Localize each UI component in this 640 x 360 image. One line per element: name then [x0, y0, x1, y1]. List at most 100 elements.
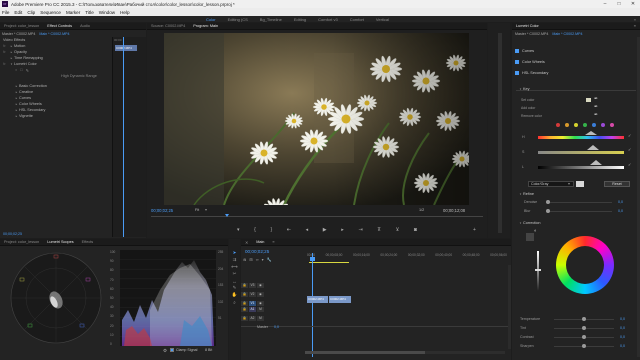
mark-in-icon[interactable]: { — [254, 227, 256, 233]
resolution-dropdown[interactable]: 1/2 — [419, 208, 424, 212]
step-back-icon[interactable]: ◂ — [306, 227, 309, 233]
ec-mini-timeline[interactable]: 00:00 C0002.MP4 — [112, 37, 146, 237]
menu-window[interactable]: Window — [99, 10, 115, 15]
preset-magenta-dot[interactable] — [610, 123, 614, 127]
hue-check-icon[interactable]: ✓ — [628, 133, 631, 138]
track-label[interactable]: V3 — [249, 282, 256, 288]
extract-icon[interactable]: ⊻ — [396, 227, 400, 233]
ec-timecode[interactable]: 00;00;02;25 — [3, 232, 22, 236]
step-forward-icon[interactable]: ▸ — [341, 227, 344, 233]
menu-marker[interactable]: Marker — [66, 10, 80, 15]
workspace-tab-comfort-v3[interactable]: Comfort v3 — [312, 17, 344, 22]
workspace-tab-bg-timeline[interactable]: Bg_Timeline — [254, 17, 288, 22]
tab-effect-controls[interactable]: Effect Controls — [43, 24, 76, 28]
track-label[interactable]: A2 — [249, 315, 256, 321]
tab-project-2[interactable]: Project: color_lesson — [0, 240, 43, 244]
export-frame-icon[interactable]: ◙ — [414, 227, 417, 233]
preset-yellow-dot[interactable] — [574, 123, 578, 127]
workspace-tab-editing-cs[interactable]: Editing (CS — [222, 17, 254, 22]
timeline-ruler[interactable]: 00;00 00;00;08;00 00;00;16;00 00;00;24;0… — [307, 253, 507, 261]
contrast-knob[interactable] — [582, 335, 586, 339]
lock-icon[interactable]: 🔒 — [241, 306, 248, 312]
side-strip-scrollbar[interactable] — [498, 33, 502, 233]
timeline-clip[interactable]: C0002.MP4 — [329, 296, 351, 303]
work-area-bar[interactable] — [309, 262, 349, 263]
timeline-settings-icon[interactable]: 🔧 — [267, 257, 272, 262]
temperature-knob[interactable] — [582, 317, 586, 321]
ec-playhead[interactable] — [123, 37, 124, 237]
eyedropper-remove-icon[interactable]: ✒ — [594, 112, 598, 118]
close-button[interactable]: ✕ — [626, 0, 640, 8]
correction-heading[interactable]: ▾ Correction — [518, 219, 541, 226]
key-heading[interactable]: ▾ Key — [518, 85, 530, 92]
sharpen-value[interactable]: 0,0 — [620, 344, 625, 348]
linked-selection-icon[interactable]: ∞ — [256, 257, 259, 262]
workspace-overflow-icon[interactable]: » — [628, 17, 640, 22]
panel-menu-icon[interactable]: ≡ — [630, 24, 640, 28]
go-to-out-icon[interactable]: ⇥ — [358, 227, 362, 233]
luma-check-icon[interactable]: ✓ — [628, 162, 631, 167]
playhead-handle[interactable] — [310, 257, 315, 261]
pen-mask-icon[interactable]: ✎ — [26, 68, 29, 73]
hue-range-handle[interactable] — [585, 131, 597, 135]
lock-icon[interactable]: 🔒 — [241, 282, 248, 288]
tab-source-monitor[interactable]: Source: C0002.MP4 — [147, 24, 189, 28]
ripple-edit-tool-icon[interactable]: ⟷ — [231, 264, 237, 270]
wheel-luma-slider[interactable] — [537, 251, 539, 291]
chevron-down-icon[interactable]: ▾ — [568, 181, 570, 186]
timeline-scroll-thumb[interactable] — [305, 351, 425, 354]
luma-range-handle[interactable] — [590, 160, 602, 165]
saturation-check-icon[interactable]: ✓ — [628, 147, 631, 152]
set-color-swatch[interactable] — [586, 98, 591, 102]
workspace-tab-editing[interactable]: Editing — [288, 17, 312, 22]
temperature-value[interactable]: 0,0 — [620, 317, 625, 321]
sharpen-knob[interactable] — [582, 344, 586, 348]
hand-tool-icon[interactable]: ✋ — [232, 292, 238, 298]
tab-sequence-main[interactable]: Main — [252, 240, 268, 244]
bit-depth-dropdown[interactable]: 8 Bit — [205, 348, 212, 352]
video-frame[interactable] — [164, 33, 469, 205]
lock-icon[interactable]: 🔒 — [241, 315, 248, 321]
section-hsl-secondary[interactable]: HSL Secondary — [515, 69, 640, 76]
checkbox[interactable] — [515, 48, 519, 53]
menu-sequence[interactable]: Sequence — [40, 10, 61, 15]
denoise-slider[interactable] — [546, 202, 612, 203]
single-wheel-icon[interactable]: ◐ — [534, 228, 537, 234]
fit-dropdown[interactable]: Fit — [195, 208, 199, 212]
pen-tool-icon[interactable]: ✎ — [232, 285, 238, 291]
tint-knob[interactable] — [582, 326, 586, 330]
tab-lumetri-color[interactable]: Lumetri Color — [512, 24, 543, 28]
panel-menu-icon[interactable]: ≡ — [268, 240, 278, 244]
menu-file[interactable]: File — [2, 10, 9, 15]
snap-icon[interactable]: ⋒ — [243, 257, 246, 262]
tab-lumetri-scopes[interactable]: Lumetri Scopes — [43, 240, 77, 244]
blur-knob[interactable] — [546, 209, 550, 213]
timeline-horizontal-scrollbar[interactable] — [305, 351, 505, 354]
color-wheel[interactable] — [556, 236, 614, 294]
slip-tool-icon[interactable]: ↔ — [232, 278, 238, 284]
scrub-bar[interactable] — [151, 216, 483, 217]
ec-sub-vignette[interactable]: ▸ Vignette — [3, 113, 110, 119]
mute-icon[interactable]: M — [257, 315, 264, 321]
workspace-tab-comfort[interactable]: Comfort — [344, 17, 370, 22]
preset-orange-dot[interactable] — [565, 123, 569, 127]
eyedropper-add-icon[interactable]: ✒ — [594, 104, 598, 110]
nest-icon[interactable]: ⊞ — [249, 257, 252, 262]
denoise-value[interactable]: 0,0 — [618, 200, 623, 204]
track-label[interactable]: V2 — [249, 291, 256, 297]
chevron-down-icon[interactable]: ▾ — [205, 207, 207, 212]
track-label[interactable]: A1 — [249, 306, 256, 312]
timeline-clip[interactable]: C0002.MP4 — [307, 296, 328, 303]
preset-swatch[interactable] — [576, 181, 584, 187]
add-marker-icon[interactable]: ▾ — [262, 257, 264, 262]
razor-tool-icon[interactable]: ✂ — [232, 271, 238, 277]
lumetri-master-label[interactable]: Master * C0002.MP4 — [515, 32, 548, 36]
refine-heading[interactable]: ▾ Refine — [518, 190, 534, 197]
go-to-in-icon[interactable]: ⇤ — [287, 227, 291, 233]
lock-icon[interactable]: 🔒 — [241, 291, 248, 297]
track-select-tool-icon[interactable]: ⇉ — [232, 257, 238, 263]
ellipse-mask-icon[interactable]: ○ — [15, 68, 17, 72]
luma-gradient-bar[interactable] — [538, 166, 624, 169]
tab-program-monitor[interactable]: Program: Main — [189, 24, 222, 28]
workspace-tab-color[interactable]: Color — [200, 17, 222, 22]
